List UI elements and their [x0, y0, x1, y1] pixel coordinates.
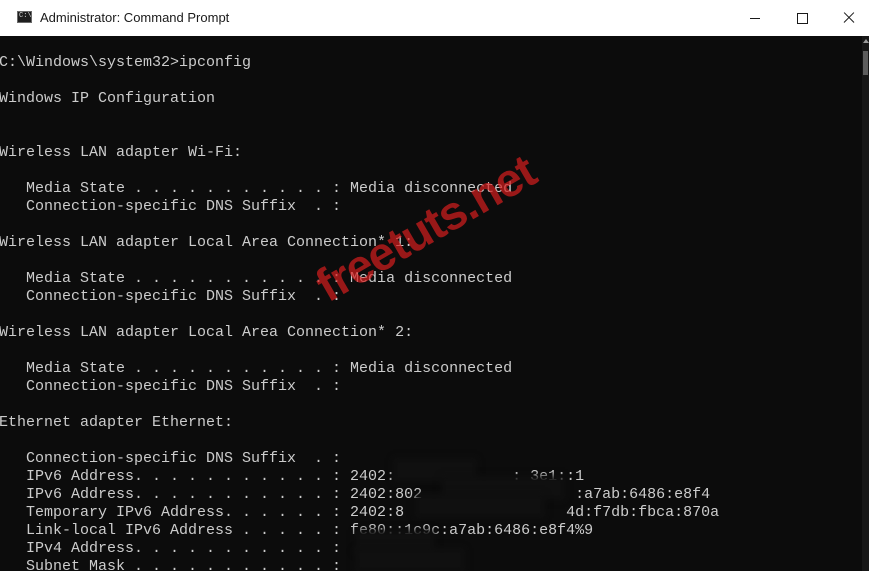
console-line: IPv6 Address. . . . . . . . . . . : 2402… — [0, 486, 711, 503]
console-line: IPv4 Address. . . . . . . . . . . : — [0, 540, 342, 557]
close-icon — [843, 12, 855, 24]
minimize-icon — [750, 17, 760, 19]
minimize-button[interactable] — [732, 0, 778, 36]
vertical-scrollbar[interactable] — [862, 36, 869, 571]
maximize-icon — [796, 12, 808, 24]
scroll-thumb[interactable] — [863, 51, 868, 75]
console-line: Wireless LAN adapter Local Area Connecti… — [0, 324, 414, 341]
console-line: Subnet Mask . . . . . . . . . . . : — [0, 558, 342, 571]
console-line: Connection-specific DNS Suffix . : — [0, 288, 342, 305]
redacted-region — [360, 553, 460, 567]
console-line: Wireless LAN adapter Wi-Fi: — [0, 144, 243, 161]
title-bar[interactable]: C:\ Administrator: Command Prompt — [0, 0, 869, 36]
console-line: Windows IP Configuration — [0, 90, 216, 107]
redacted-region — [446, 481, 560, 495]
close-button[interactable] — [826, 0, 869, 36]
window-title: Administrator: Command Prompt — [40, 10, 230, 25]
command-prompt-window: C:\ Administrator: Command Prompt C:\Win… — [0, 0, 869, 571]
console-line: Ethernet adapter Ethernet: — [0, 414, 234, 431]
console-line: Wireless LAN adapter Local Area Connecti… — [0, 234, 414, 251]
scroll-up-icon[interactable] — [862, 39, 869, 43]
console-line: Media State . . . . . . . . . . . : Medi… — [0, 180, 513, 197]
maximize-button[interactable] — [779, 0, 825, 36]
console-line: Link-local IPv6 Address . . . . . : fe80… — [0, 522, 594, 539]
console-line: Temporary IPv6 Address. . . . . . : 2402… — [0, 504, 720, 521]
console-line: Connection-specific DNS Suffix . : — [0, 450, 342, 467]
redacted-region — [420, 499, 540, 513]
console-line: C:\Windows\system32>ipconfig — [0, 54, 252, 71]
console-line: Connection-specific DNS Suffix . : — [0, 198, 342, 215]
console-line: Media State . . . . . . . . . . . : Medi… — [0, 270, 513, 287]
redacted-region — [398, 463, 472, 477]
console-line: Media State . . . . . . . . . . . : Medi… — [0, 360, 513, 377]
console-output[interactable]: C:\Windows\system32>ipconfig Windows IP … — [0, 36, 862, 571]
console-line: Connection-specific DNS Suffix . : — [0, 378, 342, 395]
command-prompt-icon: C:\ — [17, 11, 32, 23]
redacted-region — [360, 535, 430, 549]
